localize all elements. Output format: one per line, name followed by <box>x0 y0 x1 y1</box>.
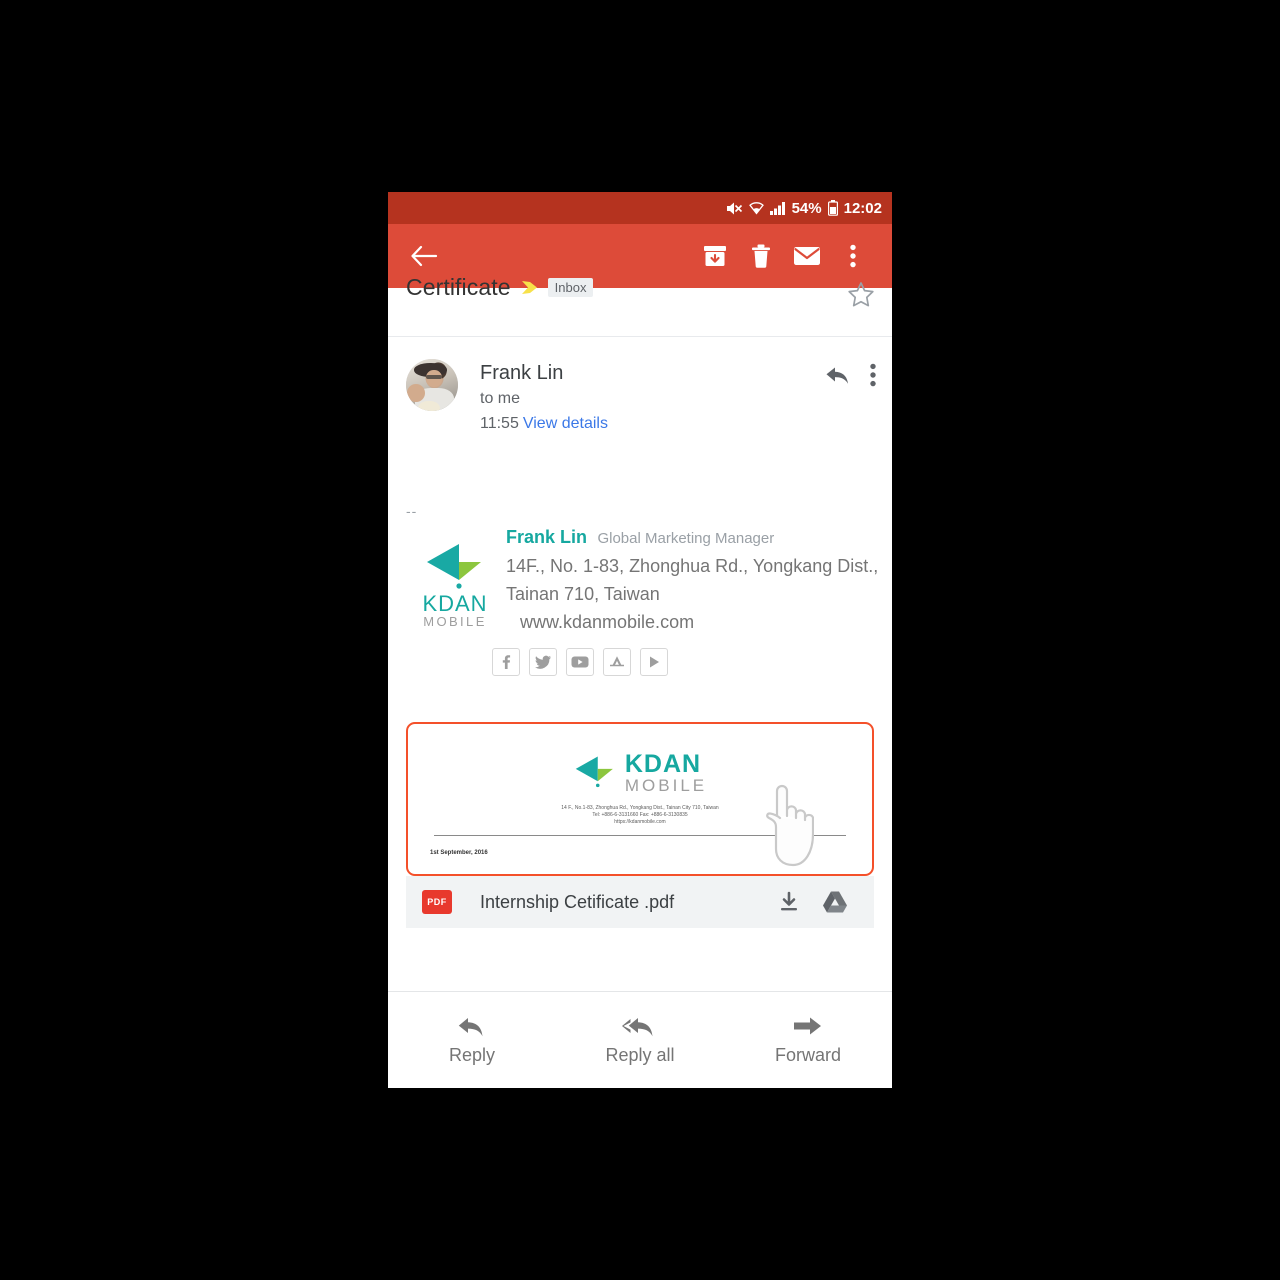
sender-time: 11:55 <box>480 415 519 432</box>
back-arrow-icon <box>410 244 438 268</box>
signature-address-line2: Tainan 710, Taiwan <box>506 584 660 604</box>
reply-icon[interactable] <box>824 363 852 387</box>
archive-icon <box>702 243 728 269</box>
attachment-preview-card[interactable]: KDAN MOBILE 14 F., No.1-83, Zhonghua Rd.… <box>406 722 874 876</box>
mute-icon <box>726 201 743 216</box>
save-to-drive-button[interactable] <box>812 890 858 914</box>
wifi-icon <box>748 201 764 215</box>
sender-name: Frank Lin <box>480 362 564 384</box>
signature-name: Frank Lin <box>506 527 588 547</box>
avatar-arm <box>407 383 425 402</box>
clock-text: 12:02 <box>843 199 882 217</box>
appstore-icon[interactable] <box>603 648 631 676</box>
subject-text: Certificate <box>406 274 511 300</box>
envelope-icon <box>793 245 821 267</box>
sender-block: Frank Lin to me 11:55 View details <box>388 337 892 436</box>
forward-button[interactable]: Forward <box>724 992 892 1088</box>
star-outline-icon <box>846 280 876 310</box>
attachment-row[interactable]: PDF Internship Cetificate .pdf <box>406 876 874 928</box>
twitter-icon[interactable] <box>529 648 557 676</box>
archive-button[interactable] <box>692 234 738 278</box>
reply-icon <box>457 1015 487 1037</box>
avatar-glasses <box>425 375 443 379</box>
sender-recipient: to me <box>480 390 521 407</box>
download-button[interactable] <box>766 891 812 913</box>
youtube-icon[interactable] <box>566 648 594 676</box>
preview-kdan-text: KDAN <box>624 750 702 778</box>
message-action-bar: Reply Reply all Forward <box>388 991 892 1088</box>
reply-all-label: Reply all <box>605 1044 675 1065</box>
subject-line: Certificate Inbox <box>406 274 594 301</box>
reply-all-icon <box>622 1015 658 1037</box>
googleplay-icon[interactable] <box>640 648 668 676</box>
subject-row: Certificate Inbox <box>388 274 892 336</box>
mark-unread-button[interactable] <box>784 234 830 278</box>
google-drive-icon <box>822 890 848 914</box>
signature-text: Frank Lin Global Marketing Manager 14F.,… <box>506 524 879 636</box>
reply-button[interactable]: Reply <box>388 992 556 1088</box>
back-button[interactable] <box>404 236 444 276</box>
trash-icon <box>749 243 773 269</box>
battery-icon <box>827 200 838 216</box>
sender-text: Frank Lin to me 11:55 View details <box>480 359 608 436</box>
pointing-hand-cursor-icon <box>760 782 814 868</box>
signature-website[interactable]: www.kdanmobile.com <box>506 608 874 636</box>
battery-percent-text: 54% <box>791 199 822 217</box>
sender-meta: 11:55 View details <box>480 411 608 436</box>
facebook-icon[interactable] <box>492 648 520 676</box>
preview-mobile-text: MOBILE <box>624 776 708 795</box>
attachment-filename[interactable]: Internship Cetificate .pdf <box>480 892 766 913</box>
importance-marker-icon[interactable] <box>521 280 538 295</box>
avatar[interactable] <box>406 359 458 411</box>
reply-label: Reply <box>448 1044 496 1065</box>
star-button[interactable] <box>846 280 876 310</box>
phone-screen: 54% 12:02 Certificate Inbox Frank Lin to… <box>388 192 892 1088</box>
view-details-link[interactable]: View details <box>523 415 608 432</box>
avatar-plate <box>418 400 441 411</box>
delete-button[interactable] <box>738 234 784 278</box>
signature-title: Global Marketing Manager <box>597 530 775 547</box>
signal-icon <box>769 201 786 215</box>
forward-icon <box>793 1015 823 1037</box>
signature-name-row: Frank Lin Global Marketing Manager <box>506 524 874 552</box>
forward-label: Forward <box>774 1044 841 1065</box>
signature-address-line1: 14F., No. 1-83, Zhonghua Rd., Yongkang D… <box>506 556 879 576</box>
sender-actions <box>824 363 876 387</box>
preview-wordmark: KDAN MOBILE <box>624 750 708 795</box>
kdan-logo-icon <box>573 754 617 792</box>
status-bar: 54% 12:02 <box>388 192 892 224</box>
kdan-submark: MOBILE <box>423 614 487 629</box>
label-chip-inbox[interactable]: Inbox <box>547 278 594 297</box>
message-more-vert-icon[interactable] <box>870 363 876 387</box>
email-signature: KDAN MOBILE Frank Lin Global Marketing M… <box>406 524 879 676</box>
social-links <box>492 648 874 676</box>
more-vert-icon <box>850 244 856 268</box>
signature-logo: KDAN MOBILE <box>416 542 494 629</box>
reply-all-button[interactable]: Reply all <box>556 992 724 1088</box>
more-options-button[interactable] <box>830 234 876 278</box>
message-body: -- KDAN MOBILE Frank Lin Global Marketin… <box>388 503 892 676</box>
status-bar-indicators: 54% 12:02 <box>726 192 882 224</box>
pdf-file-icon: PDF <box>422 890 452 914</box>
kdan-logo-icon <box>423 542 487 594</box>
signature-separator: -- <box>406 503 418 519</box>
kdan-wordmark: KDAN <box>422 591 488 616</box>
avatar-face <box>425 370 443 388</box>
download-icon <box>778 891 800 913</box>
